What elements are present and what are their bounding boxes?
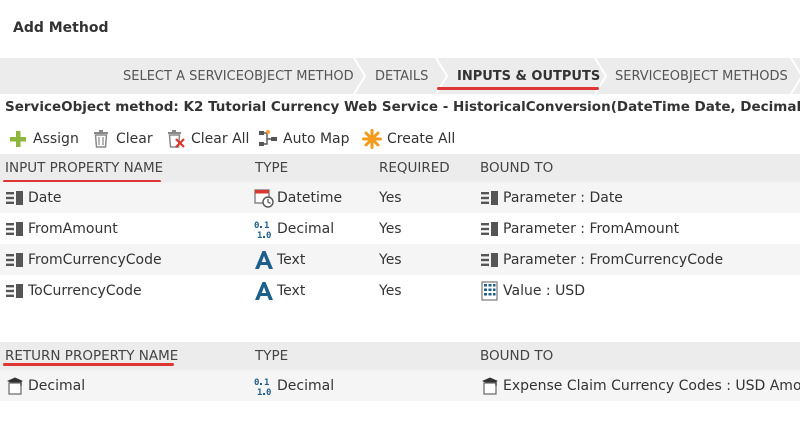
svg-text:1: 1 [257,231,262,239]
property-icon [5,219,25,239]
create-all-button[interactable]: Create All [362,128,455,150]
assign-label: Assign [33,131,79,147]
svg-text:1: 1 [264,378,269,388]
input-property-name-column[interactable]: INPUT PROPERTY NAME [5,154,163,182]
clear-button[interactable]: Clear [91,128,153,150]
smartobject-property-icon [480,376,500,396]
decimal-icon: 0110 [254,219,274,239]
property-type: Decimal [277,377,335,394]
bound-to-value: Parameter : FromCurrencyCode [503,251,724,268]
bound-to-value: Value : USD [503,282,585,299]
property-icon [5,188,25,208]
auto-map-button[interactable]: Auto Map [258,128,350,150]
table-row[interactable]: FromAmount 0110 Decimal Yes Parameter : … [0,213,800,244]
clear-label: Clear [116,131,153,147]
svg-text:0: 0 [254,378,259,388]
svg-text:1: 1 [264,221,269,231]
trash-icon [91,129,111,149]
property-name: FromAmount [28,220,118,237]
type-column[interactable]: TYPE [255,154,288,182]
required-value: Yes [379,282,402,299]
value-icon [480,280,500,301]
svg-text:0: 0 [266,388,271,396]
text-icon [254,250,274,270]
step-serviceobject-methods[interactable]: SERVICEOBJECT METHODS [615,58,788,94]
serviceobject-method-label: ServiceObject method: K2 Tutorial Curren… [5,99,800,115]
bound-to-value: Expense Claim Currency Codes : USD Amoun… [503,377,800,394]
auto-map-label: Auto Map [283,131,350,147]
datetime-icon [254,188,274,208]
table-row[interactable]: Date Datetime Yes Parameter : Date [0,182,800,213]
step-select-serviceobject-method[interactable]: SELECT A SERVICEOBJECT METHOD [123,58,354,94]
parameter-icon [480,219,500,239]
clear-all-label: Clear All [191,131,250,147]
decimal-icon: 0110 [254,376,274,396]
property-type: Decimal [277,220,335,237]
assign-button[interactable]: Assign [8,128,79,150]
step-separator-icon [790,58,800,94]
active-step-indicator [437,87,599,90]
bound-to-column[interactable]: BOUND TO [480,154,553,182]
property-name: FromCurrencyCode [28,251,162,268]
bound-to-value: Parameter : Date [503,189,623,206]
plus-icon [8,129,28,149]
required-value: Yes [379,220,402,237]
svg-text:0: 0 [254,221,259,231]
clear-all-button[interactable]: Clear All [166,128,249,150]
type-column[interactable]: TYPE [255,342,288,370]
required-value: Yes [379,189,402,206]
table-row[interactable]: Decimal 0110 Decimal Expense Claim Curre… [0,370,800,401]
parameter-icon [480,250,500,270]
dialog-title: Add Method [13,20,109,36]
parameter-icon [480,188,500,208]
property-name: Decimal [28,377,86,394]
property-type: Text [277,251,306,268]
svg-text:0: 0 [266,231,271,239]
property-icon [5,250,25,270]
step-separator-icon [353,58,367,94]
input-properties-header: INPUT PROPERTY NAME TYPE REQUIRED BOUND … [0,154,800,182]
step-details[interactable]: DETAILS [375,58,428,94]
bound-to-column[interactable]: BOUND TO [480,342,553,370]
table-row[interactable]: ToCurrencyCode Text Yes Value : USD [0,275,800,306]
property-name: Date [28,189,62,206]
trash-x-icon [166,129,186,149]
create-all-label: Create All [387,131,456,147]
wizard-steps: SELECT A SERVICEOBJECT METHOD DETAILS IN… [0,58,800,94]
toolbar: Assign Clear Clear All Auto Map Create A… [0,126,800,152]
asterisk-icon [362,129,382,149]
required-column[interactable]: REQUIRED [379,154,450,182]
property-type: Text [277,282,306,299]
table-row[interactable]: FromCurrencyCode Text Yes Parameter : Fr… [0,244,800,275]
bound-to-value: Parameter : FromAmount [503,220,680,237]
property-name: ToCurrencyCode [28,282,142,299]
auto-map-icon [258,129,278,149]
svg-text:1: 1 [257,388,262,396]
text-icon [254,281,274,301]
dialog-titlebar: Add Method [0,0,800,58]
property-type: Datetime [277,189,343,206]
return-property-icon [5,376,25,396]
required-value: Yes [379,251,402,268]
return-header-indicator [3,363,174,366]
property-icon [5,281,25,301]
